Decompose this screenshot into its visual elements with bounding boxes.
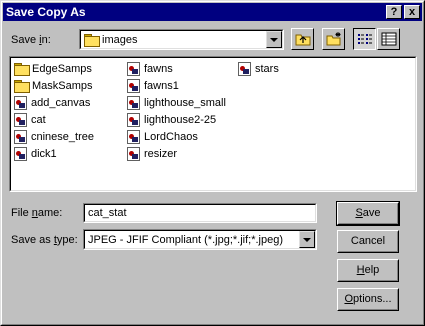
create-new-folder-icon — [326, 32, 340, 46]
chevron-down-icon[interactable] — [266, 31, 282, 48]
file-name-text: dick1 — [31, 147, 57, 160]
image-file-icon — [127, 129, 140, 144]
file-name-text: stars — [255, 62, 279, 75]
file-name-text: cninese_tree — [31, 130, 94, 143]
details-view-icon — [381, 32, 396, 46]
save-as-type-label: Save as type: — [11, 234, 78, 246]
close-title-button[interactable]: x — [404, 5, 420, 19]
help-title-button[interactable]: ? — [386, 5, 402, 19]
image-file-icon — [127, 146, 140, 161]
folder-icon — [14, 63, 30, 76]
list-item[interactable]: cninese_tree — [14, 128, 95, 145]
file-name-text: fawns — [144, 62, 173, 75]
save-as-type-dropdown[interactable]: JPEG - JFIF Compliant (*.jpg;*.jif;*.jpe… — [83, 229, 317, 250]
list-item[interactable]: dick1 — [14, 145, 58, 162]
save-in-dropdown[interactable]: images — [79, 29, 284, 50]
file-list[interactable]: EdgeSamps MaskSamps add_canvascat cninese_t… — [9, 56, 417, 192]
file-name-text: EdgeSamps — [32, 62, 92, 75]
list-item[interactable]: add_canvas — [14, 94, 91, 111]
list-view-icon — [357, 34, 372, 44]
list-item[interactable]: EdgeSamps — [14, 60, 93, 77]
file-name-label: File name: — [11, 207, 63, 219]
title-bar: Save Copy As ? x — [3, 3, 422, 21]
list-item[interactable]: MaskSamps — [14, 77, 94, 94]
create-new-folder-button[interactable] — [322, 28, 345, 50]
file-name-value: cat_stat — [88, 207, 127, 219]
file-name-input[interactable]: cat_stat — [83, 203, 317, 223]
image-file-icon — [14, 95, 27, 110]
list-item[interactable]: lighthouse_small — [127, 94, 227, 111]
file-name-text: resizer — [144, 147, 178, 160]
save-copy-as-dialog: Save Copy As ? x Save in: images EdgeSam… — [0, 0, 425, 326]
list-item[interactable]: fawns — [127, 60, 174, 77]
up-one-level-button[interactable] — [291, 28, 314, 50]
list-item[interactable]: fawns1 — [127, 77, 180, 94]
image-file-icon — [14, 112, 27, 127]
file-name-text: lighthouse2-25 — [144, 113, 217, 126]
list-item[interactable]: cat — [14, 111, 47, 128]
image-file-icon — [127, 78, 140, 93]
help-button[interactable]: Help — [337, 259, 399, 282]
window-title: Save Copy As — [6, 5, 86, 19]
up-one-level-icon — [295, 34, 310, 46]
details-view-button[interactable] — [377, 28, 400, 50]
image-file-icon — [127, 61, 140, 76]
image-file-icon — [238, 61, 251, 76]
save-as-type-value: JPEG - JFIF Compliant (*.jpg;*.jif;*.jpe… — [88, 233, 284, 246]
list-item[interactable]: lighthouse2-25 — [127, 111, 217, 128]
image-file-icon — [127, 112, 140, 127]
save-in-label: Save in: — [11, 34, 51, 46]
file-name-text: fawns1 — [144, 79, 179, 92]
file-name-text: add_canvas — [31, 96, 91, 109]
list-item[interactable]: LordChaos — [127, 128, 199, 145]
save-button[interactable]: Save — [336, 201, 400, 226]
image-file-icon — [14, 129, 27, 144]
save-in-value: images — [102, 33, 138, 46]
image-file-icon — [14, 146, 27, 161]
file-name-text: MaskSamps — [32, 79, 93, 92]
options-button[interactable]: Options... — [337, 288, 399, 311]
folder-icon — [84, 34, 100, 47]
file-name-text: lighthouse_small — [144, 96, 226, 109]
list-view-button[interactable] — [353, 28, 376, 50]
image-file-icon — [127, 95, 140, 110]
folder-icon — [14, 80, 30, 93]
file-name-text: LordChaos — [144, 130, 198, 143]
cancel-button[interactable]: Cancel — [337, 230, 399, 253]
chevron-down-icon[interactable] — [299, 231, 315, 248]
list-item[interactable]: resizer — [127, 145, 178, 162]
list-item[interactable]: stars — [238, 60, 280, 77]
file-name-text: cat — [31, 113, 46, 126]
